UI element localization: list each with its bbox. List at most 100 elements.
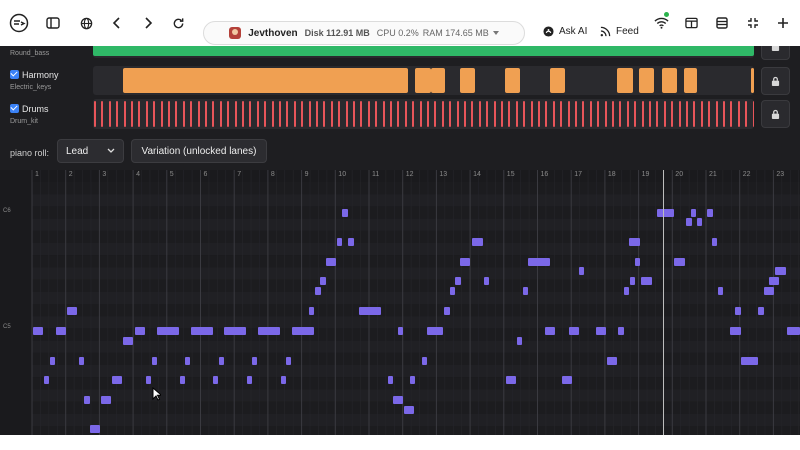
midi-note[interactable] [219, 357, 224, 365]
drum-hit[interactable] [738, 101, 740, 127]
midi-note[interactable] [444, 307, 450, 315]
midi-note[interactable] [112, 376, 122, 384]
drum-hit[interactable] [508, 101, 510, 127]
drum-hit[interactable] [346, 101, 348, 127]
clip[interactable] [550, 68, 565, 93]
drum-hit[interactable] [338, 101, 340, 127]
sidebar-toggle-icon[interactable] [42, 12, 64, 34]
drum-hit[interactable] [272, 101, 274, 127]
midi-note[interactable] [624, 287, 629, 295]
feed-button[interactable]: Feed [600, 26, 639, 37]
drum-hit[interactable] [383, 101, 385, 127]
drum-hit[interactable] [175, 101, 177, 127]
back-icon[interactable] [106, 12, 128, 34]
clip[interactable] [505, 68, 520, 93]
midi-note[interactable] [460, 258, 470, 266]
midi-note[interactable] [769, 277, 779, 285]
midi-note[interactable] [764, 287, 774, 295]
drum-hit[interactable] [619, 101, 621, 127]
drum-hit[interactable] [235, 101, 237, 127]
clip[interactable] [751, 68, 754, 93]
drum-hit[interactable] [286, 101, 288, 127]
midi-note[interactable] [427, 327, 443, 335]
midi-note[interactable] [337, 238, 342, 246]
clip[interactable] [684, 68, 697, 93]
midi-note[interactable] [44, 376, 49, 384]
lane-track-drums[interactable] [93, 99, 754, 129]
midi-note[interactable] [579, 267, 584, 275]
drum-hit[interactable] [531, 101, 533, 127]
drum-hit[interactable] [131, 101, 133, 127]
midi-note[interactable] [326, 258, 336, 266]
drum-hit[interactable] [568, 101, 570, 127]
drum-hit[interactable] [449, 101, 451, 127]
drum-hit[interactable] [701, 101, 703, 127]
drum-hit[interactable] [146, 101, 148, 127]
drum-hit[interactable] [671, 101, 673, 127]
drum-hit[interactable] [198, 101, 200, 127]
drum-hit[interactable] [597, 101, 599, 127]
drum-hit[interactable] [390, 101, 392, 127]
midi-note[interactable] [450, 287, 455, 295]
drum-hit[interactable] [642, 101, 644, 127]
midi-note[interactable] [359, 307, 381, 315]
midi-note[interactable] [635, 258, 640, 266]
drum-hit[interactable] [420, 101, 422, 127]
drum-hit[interactable] [464, 101, 466, 127]
midi-note[interactable] [213, 376, 218, 384]
globe-icon[interactable] [75, 12, 97, 34]
drum-hit[interactable] [516, 101, 518, 127]
drum-hit[interactable] [316, 101, 318, 127]
drum-hit[interactable] [745, 101, 747, 127]
midi-note[interactable] [472, 238, 483, 246]
drum-hit[interactable] [279, 101, 281, 127]
checkbox-icon[interactable] [10, 104, 19, 113]
drum-hit[interactable] [360, 101, 362, 127]
drum-hit[interactable] [501, 101, 503, 127]
lane-track-harmony[interactable] [93, 66, 754, 95]
midi-note[interactable] [712, 238, 717, 246]
clip[interactable] [639, 68, 654, 93]
drum-hit[interactable] [679, 101, 681, 127]
midi-note[interactable] [320, 277, 326, 285]
midi-note[interactable] [484, 277, 489, 285]
midi-note[interactable] [79, 357, 84, 365]
drum-hit[interactable] [708, 101, 710, 127]
drum-hit[interactable] [479, 101, 481, 127]
drum-hit[interactable] [656, 101, 658, 127]
midi-note[interactable] [528, 258, 550, 266]
midi-note[interactable] [56, 327, 66, 335]
lane-lock-button[interactable] [761, 100, 790, 128]
midi-note[interactable] [569, 327, 579, 335]
drum-hit[interactable] [249, 101, 251, 127]
midi-note[interactable] [523, 287, 528, 295]
drum-hit[interactable] [116, 101, 118, 127]
drum-hit[interactable] [368, 101, 370, 127]
midi-note[interactable] [292, 327, 314, 335]
drum-hit[interactable] [612, 101, 614, 127]
drum-hit[interactable] [538, 101, 540, 127]
clip[interactable] [415, 68, 431, 93]
drum-hit[interactable] [101, 101, 103, 127]
midi-note[interactable] [152, 357, 157, 365]
drum-hit[interactable] [309, 101, 311, 127]
drum-hit[interactable] [264, 101, 266, 127]
midi-note[interactable] [686, 218, 692, 226]
drum-hit[interactable] [220, 101, 222, 127]
drum-hit[interactable] [94, 101, 96, 127]
midi-note[interactable] [630, 277, 635, 285]
midi-note[interactable] [393, 396, 403, 404]
midi-note[interactable] [309, 307, 314, 315]
clip[interactable] [123, 68, 408, 93]
drum-hit[interactable] [486, 101, 488, 127]
midi-note[interactable] [101, 396, 111, 404]
midi-note[interactable] [146, 376, 151, 384]
drum-hit[interactable] [168, 101, 170, 127]
midi-note[interactable] [180, 376, 185, 384]
midi-note[interactable] [157, 327, 179, 335]
lane-toggle-drums[interactable]: Drums [10, 104, 49, 114]
midi-note[interactable] [735, 307, 741, 315]
midi-note[interactable] [50, 357, 55, 365]
midi-note[interactable] [718, 287, 723, 295]
piano-roll-select[interactable]: Lead [57, 139, 124, 163]
